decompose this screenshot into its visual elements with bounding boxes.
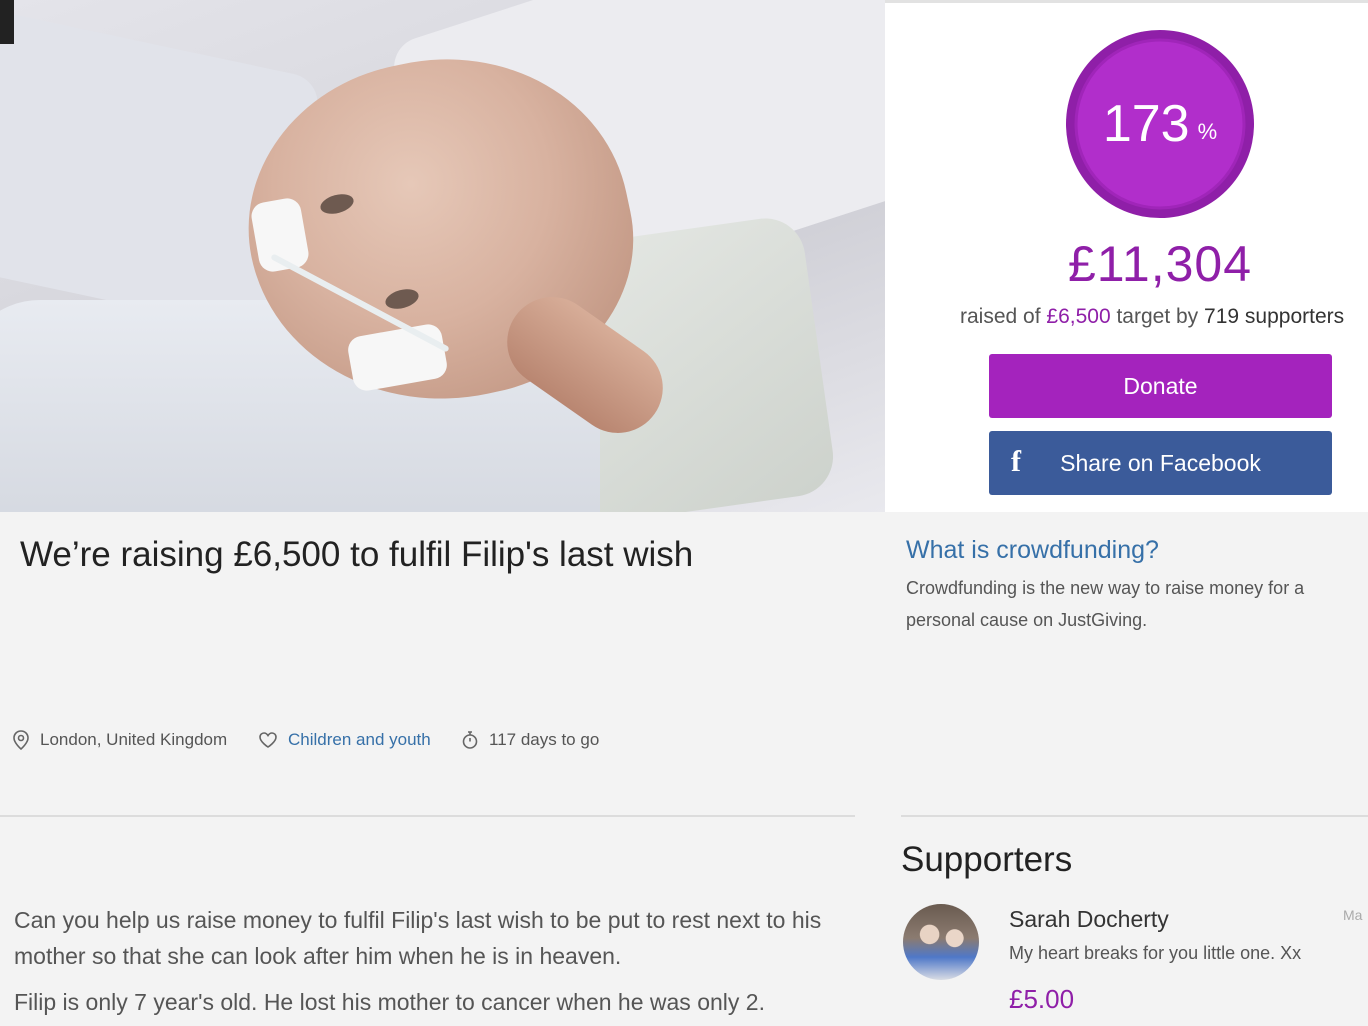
category-meta[interactable]: Children and youth xyxy=(258,730,431,750)
location-meta: London, United Kingdom xyxy=(12,730,227,750)
location-text: London, United Kingdom xyxy=(40,730,228,749)
page-title: We’re raising £6,500 to fulfil Filip's l… xyxy=(20,535,694,574)
crowdfunding-link[interactable]: What is crowdfunding? xyxy=(906,536,1159,565)
category-link[interactable]: Children and youth xyxy=(288,730,431,750)
divider xyxy=(0,815,855,817)
supporter-date: Ma xyxy=(1343,907,1363,923)
raised-prefix: raised of xyxy=(960,305,1041,328)
donate-label: Donate xyxy=(1123,372,1198,399)
progress-percent-value: 173 xyxy=(1102,95,1190,153)
facebook-icon: f xyxy=(1011,445,1021,478)
share-facebook-label: Share on Facebook xyxy=(1060,449,1261,476)
days-left-text: 117 days to go xyxy=(489,730,600,749)
donate-button[interactable]: Donate xyxy=(989,354,1332,418)
story-paragraph: Can you help us raise money to fulfil Fi… xyxy=(14,907,822,969)
share-facebook-button[interactable]: f Share on Facebook xyxy=(989,431,1332,495)
target-amount: £6,500 xyxy=(1046,305,1111,328)
campaign-hero-image xyxy=(0,0,885,512)
amount-raised: £11,304 xyxy=(1067,236,1253,292)
days-left-meta: 117 days to go xyxy=(461,730,599,750)
heart-icon xyxy=(259,732,277,748)
avatar xyxy=(903,904,979,980)
raised-mid: target by xyxy=(1116,305,1199,328)
supporters-heading: Supporters xyxy=(901,840,1073,879)
progress-percent: 173 % xyxy=(1065,29,1255,219)
story-text: Can you help us raise money to fulfil Fi… xyxy=(14,902,844,1026)
progress-percent-sign: % xyxy=(1197,119,1218,144)
crowdfunding-description: Crowdfunding is the new way to raise mon… xyxy=(906,578,1305,630)
stopwatch-icon xyxy=(462,731,478,749)
supporter-name: Sarah Docherty xyxy=(1009,906,1169,932)
supporter-amount: £5.00 xyxy=(1009,984,1075,1014)
donation-panel: 173 % £11,304 raised of £6,500 target by… xyxy=(885,0,1368,512)
divider xyxy=(901,815,1368,817)
supporters-count: 719 supporters xyxy=(1204,305,1345,328)
raised-summary: raised of £6,500 target by 719 supporter… xyxy=(960,305,1344,329)
supporter-message: My heart breaks for you little one. Xx xyxy=(1009,943,1302,963)
story-paragraph: Filip is only 7 year's old. He lost his … xyxy=(14,989,765,1015)
location-pin-icon xyxy=(13,730,29,750)
